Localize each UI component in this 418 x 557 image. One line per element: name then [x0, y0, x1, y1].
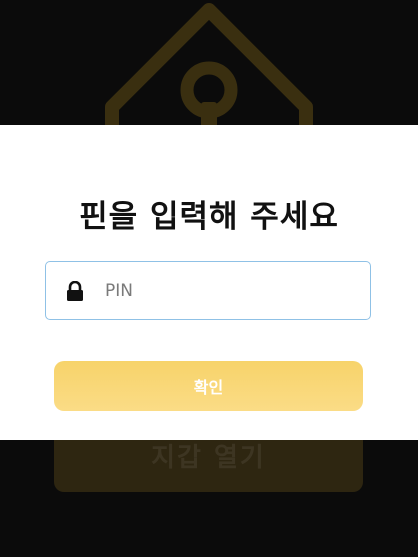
pin-modal: 핀을 입력해 주세요 확인	[0, 125, 418, 440]
lock-icon	[65, 280, 85, 302]
pin-input[interactable]	[105, 280, 345, 301]
modal-title: 핀을 입력해 주세요	[79, 199, 339, 235]
confirm-button[interactable]: 확인	[54, 361, 363, 411]
pin-field[interactable]	[45, 261, 371, 320]
app-screen: 지갑 열기 핀을 입력해 주세요 확인	[0, 0, 418, 557]
